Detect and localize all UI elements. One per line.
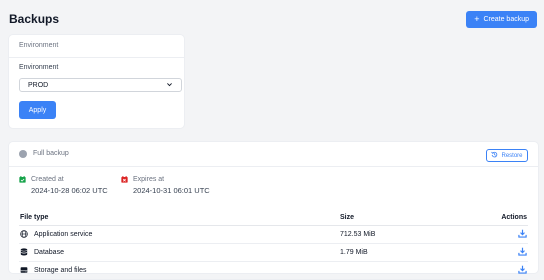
divider	[9, 166, 538, 167]
restore-label: Restore	[501, 152, 523, 159]
files-table: File type Size Actions Application servi…	[19, 210, 528, 280]
expires-label: Expires at	[133, 176, 165, 183]
plus-icon: +	[474, 14, 480, 24]
backups-page: Backups + Create backup Environment Envi…	[0, 0, 544, 280]
file-type-cell: Application service	[19, 225, 339, 244]
table-row: Storage and files	[19, 261, 528, 280]
calendar-check-icon	[19, 176, 26, 183]
divider	[9, 57, 184, 58]
backup-title: Full backup	[33, 150, 69, 157]
header-actions: Actions	[491, 210, 528, 226]
file-type-cell: Storage and files	[19, 261, 339, 280]
create-backup-button[interactable]: + Create backup	[466, 11, 537, 28]
header-size: Size	[339, 210, 491, 226]
file-type-label: Database	[34, 249, 64, 256]
actions-cell	[491, 225, 528, 244]
page-title: Backups	[9, 12, 60, 26]
file-type-label: Application service	[34, 231, 93, 238]
status-dot	[19, 150, 27, 158]
create-backup-label: Create backup	[483, 16, 529, 23]
environment-field-label: Environment	[19, 64, 59, 71]
table-row: Database 1.79 MiB	[19, 243, 528, 262]
download-icon[interactable]	[518, 265, 527, 274]
file-type-label: Storage and files	[34, 267, 87, 274]
created-value: 2024-10-28 06:02 UTC	[31, 186, 108, 195]
table-row: Application service 712.53 MiB	[19, 225, 528, 244]
file-type-cell: Database	[19, 243, 339, 262]
actions-cell	[491, 243, 528, 262]
actions-cell	[491, 261, 528, 280]
environment-card-title: Environment	[19, 42, 59, 49]
created-label: Created at	[31, 176, 64, 183]
environment-select[interactable]: PROD	[19, 78, 182, 92]
chevron-down-icon	[166, 81, 173, 90]
restore-icon	[491, 151, 498, 160]
size-cell: 1.79 MiB	[339, 243, 491, 262]
size-cell: 712.53 MiB	[339, 225, 491, 244]
table-header-row: File type Size Actions	[19, 210, 528, 226]
download-icon[interactable]	[518, 247, 527, 256]
apply-button[interactable]: Apply	[19, 101, 56, 119]
environment-select-value: PROD	[28, 81, 49, 89]
expires-value: 2024-10-31 06:01 UTC	[133, 186, 210, 195]
globe-icon	[20, 229, 28, 240]
header-file-type: File type	[19, 210, 339, 226]
database-icon	[20, 247, 28, 258]
calendar-x-icon	[121, 176, 128, 183]
size-cell	[339, 261, 491, 280]
restore-button[interactable]: Restore	[486, 149, 528, 162]
environment-card: Environment Environment PROD Apply	[9, 35, 184, 128]
download-icon[interactable]	[518, 229, 527, 238]
storage-icon	[20, 266, 28, 276]
backup-card: Full backup Restore Created at 2024-10-2…	[9, 142, 538, 280]
